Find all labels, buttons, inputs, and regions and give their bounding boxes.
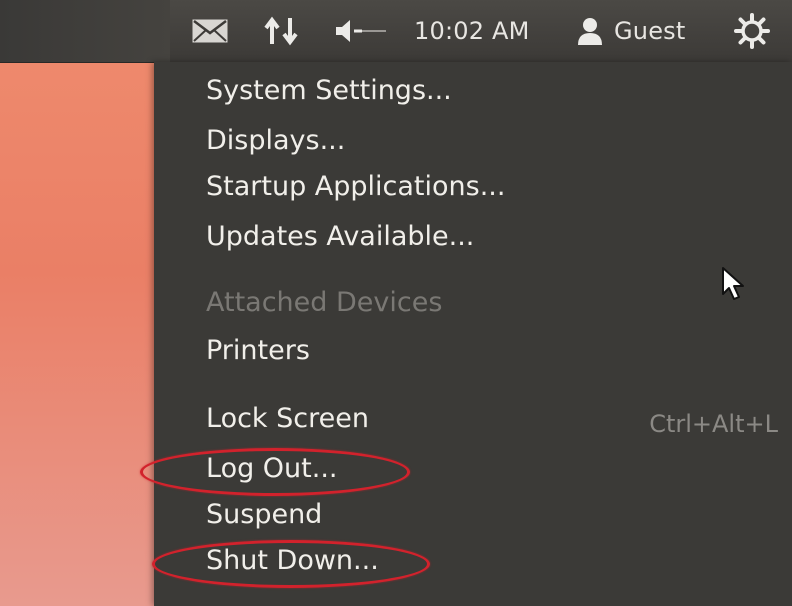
menu-item-system-settings[interactable]: System Settings... — [206, 70, 452, 110]
top-panel: 10:02 AM Guest — [0, 0, 792, 63]
lock-screen-shortcut: Ctrl+Alt+L — [649, 410, 778, 438]
clock-time: 10:02 AM — [414, 17, 530, 45]
menu-item-displays[interactable]: Displays... — [206, 120, 345, 160]
menu-item-label: Displays... — [206, 124, 346, 156]
menu-item-lock-screen[interactable]: Lock Screen — [206, 398, 369, 438]
gear-icon — [734, 13, 770, 49]
user-name: Guest — [614, 17, 686, 45]
menu-item-label: Lock Screen — [206, 402, 369, 434]
mouse-cursor-icon — [722, 267, 744, 300]
menu-item-attached-devices: Attached Devices — [206, 282, 442, 322]
menu-item-label: Printers — [206, 334, 310, 366]
sound-indicator[interactable] — [334, 12, 390, 50]
session-menu-button[interactable] — [734, 12, 778, 50]
panel-left-area — [0, 0, 170, 62]
person-icon — [578, 18, 602, 45]
menu-item-label: Updates Available... — [206, 220, 475, 252]
network-indicator[interactable] — [262, 12, 306, 50]
menu-item-printers[interactable]: Printers — [206, 330, 310, 370]
menu-item-label: Startup Applications... — [206, 170, 506, 202]
log-out-highlight-oval — [140, 448, 410, 496]
menu-item-suspend[interactable]: Suspend — [206, 494, 322, 534]
menu-item-label: Attached Devices — [206, 286, 443, 318]
menu-item-startup-applications[interactable]: Startup Applications... — [206, 166, 505, 206]
network-updown-icon — [264, 16, 298, 46]
menu-item-label: Suspend — [206, 498, 323, 530]
clock-indicator[interactable]: 10:02 AM — [414, 12, 560, 50]
speaker-icon — [336, 20, 386, 42]
menu-item-label: System Settings... — [206, 74, 452, 106]
user-indicator[interactable]: Guest — [576, 12, 716, 50]
messaging-indicator[interactable] — [192, 12, 236, 50]
shut-down-highlight-oval — [152, 540, 430, 588]
menu-item-updates-available[interactable]: Updates Available... — [206, 216, 474, 256]
envelope-icon — [192, 19, 228, 43]
session-menu: System Settings... Displays... Startup A… — [154, 62, 792, 606]
